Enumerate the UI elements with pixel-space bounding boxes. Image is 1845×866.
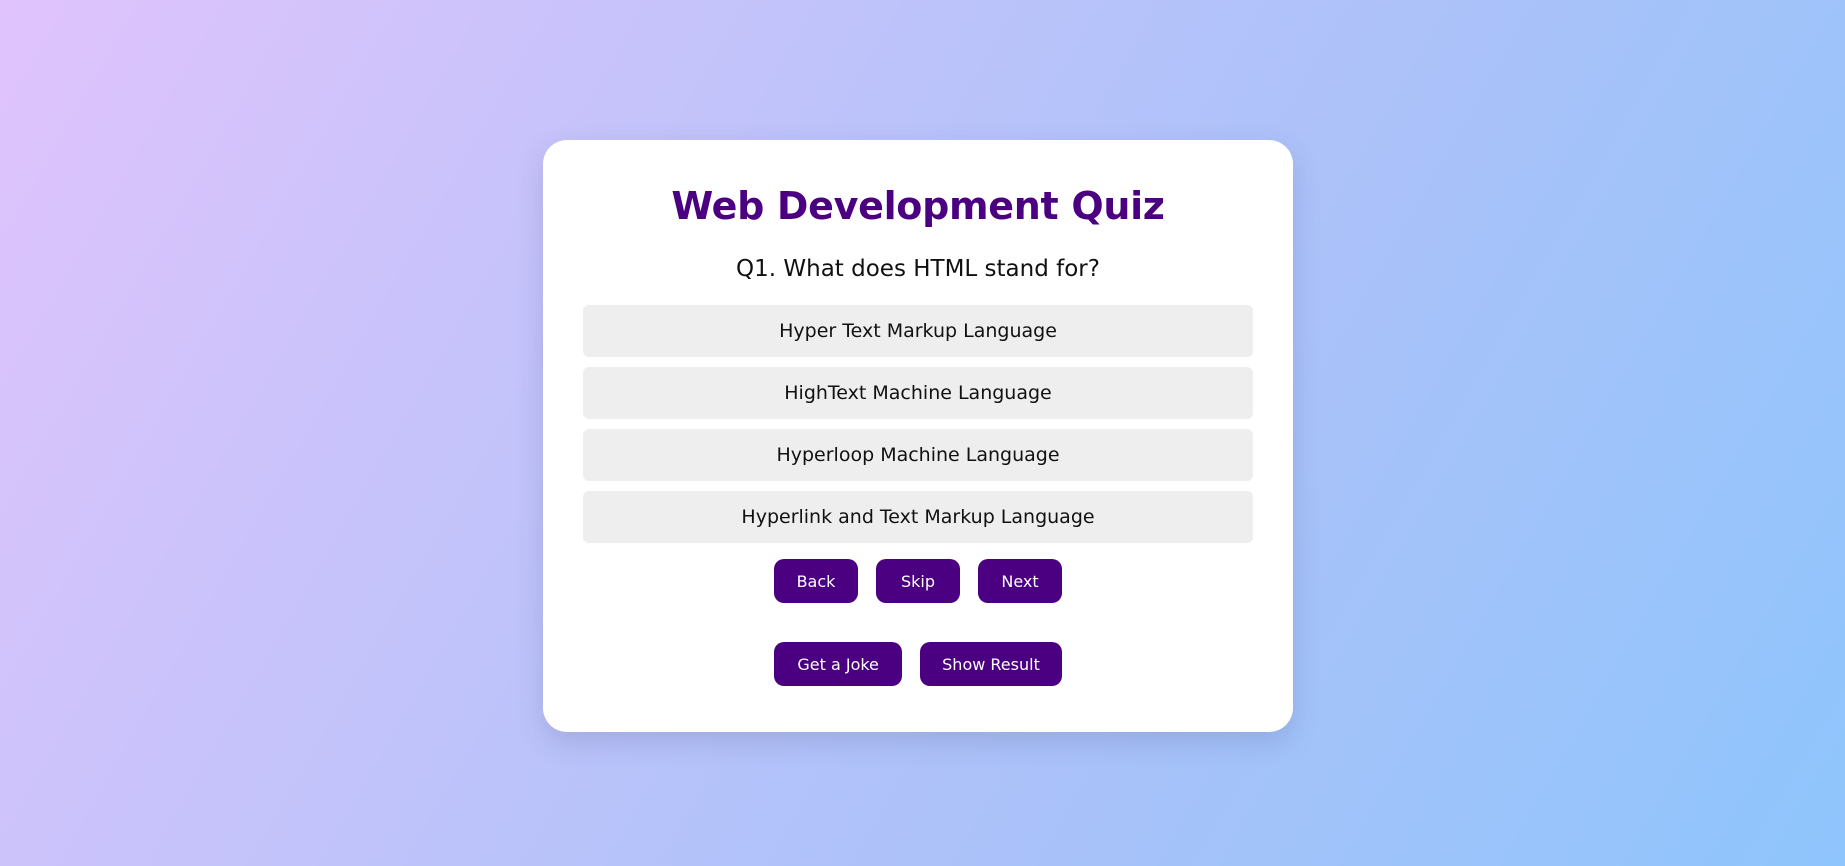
navigation-buttons: Back Skip Next [543,559,1293,603]
skip-button[interactable]: Skip [876,559,960,603]
back-button[interactable]: Back [774,559,858,603]
quiz-title: Web Development Quiz [671,184,1165,228]
answer-option-2[interactable]: HighText Machine Language [583,367,1253,419]
extra-buttons: Get a Joke Show Result [543,642,1293,686]
show-result-button[interactable]: Show Result [920,642,1062,686]
answer-options: Hyper Text Markup Language HighText Mach… [583,305,1253,553]
answer-option-3[interactable]: Hyperloop Machine Language [583,429,1253,481]
next-button[interactable]: Next [978,559,1062,603]
answer-option-1[interactable]: Hyper Text Markup Language [583,305,1253,357]
question-text: Q1. What does HTML stand for? [736,256,1100,282]
get-joke-button[interactable]: Get a Joke [774,642,903,686]
quiz-card: Web Development Quiz Q1. What does HTML … [543,140,1293,732]
answer-option-4[interactable]: Hyperlink and Text Markup Language [583,491,1253,543]
